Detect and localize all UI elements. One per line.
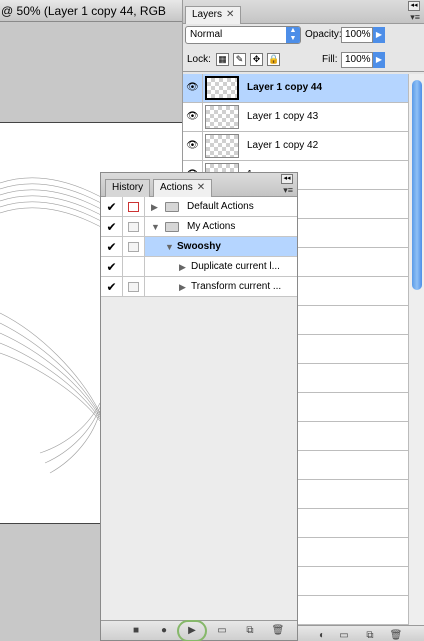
fill-field[interactable]: 100% xyxy=(341,52,373,68)
toggle-dialog-cell[interactable] xyxy=(123,257,145,277)
layers-scrollbar[interactable] xyxy=(408,74,424,626)
panel-menu-icon[interactable]: ▾≡ xyxy=(283,185,293,196)
collapse-panel-icon[interactable]: ◂◂ xyxy=(281,174,293,184)
visibility-eye-icon[interactable]: 👁 xyxy=(183,132,203,160)
action-item-name: Default Actions xyxy=(187,201,254,212)
expanded-triangle-icon[interactable]: ▼ xyxy=(151,217,160,237)
collapsed-triangle-icon[interactable]: ▶ xyxy=(179,257,186,277)
visibility-eye-icon[interactable]: 👁 xyxy=(183,74,203,102)
scrollbar-thumb[interactable] xyxy=(412,80,422,290)
tab-layers[interactable]: Layers ✕ xyxy=(185,6,242,24)
collapsed-triangle-icon[interactable]: ▶ xyxy=(151,197,158,217)
lock-image-icon[interactable]: ✎ xyxy=(233,53,246,66)
stop-recording-icon[interactable]: ■ xyxy=(125,623,147,639)
toggle-item-checkbox[interactable]: ✔ xyxy=(101,237,123,257)
close-icon[interactable]: ✕ xyxy=(197,182,205,193)
action-item-name: Transform current ... xyxy=(191,281,282,292)
delete-layer-icon[interactable]: 🗑 xyxy=(385,628,407,641)
opacity-field[interactable]: 100% xyxy=(341,27,373,43)
canvas-pasteboard-top xyxy=(0,22,182,122)
layer-row[interactable]: 👁 Layer 1 copy 44 xyxy=(183,74,409,103)
toggle-item-checkbox[interactable]: ✔ xyxy=(101,217,123,237)
layer-thumbnail xyxy=(205,105,239,129)
close-icon[interactable]: ✕ xyxy=(226,9,234,20)
fill-slider-arrow-icon[interactable]: ▶ xyxy=(373,52,385,68)
action-item-name: My Actions xyxy=(187,221,236,232)
action-step-row[interactable]: ✔ ▶ Transform current ... xyxy=(101,277,297,297)
blend-mode-value: Normal xyxy=(190,29,223,40)
select-arrows-icon: ▲ ▼ xyxy=(286,27,300,43)
expanded-triangle-icon[interactable]: ▼ xyxy=(165,237,174,257)
toggle-item-checkbox[interactable]: ✔ xyxy=(101,277,123,297)
new-action-icon[interactable]: ⧉ xyxy=(239,623,261,639)
record-icon[interactable]: ● xyxy=(153,623,175,639)
collapse-panel-icon[interactable]: ◂◂ xyxy=(408,1,420,11)
layer-row[interactable]: 👁 Layer 1 copy 42 xyxy=(183,132,409,161)
blend-options-row: Normal ▲ ▼ Opacity: 100% ▶ xyxy=(183,24,424,46)
new-group-icon[interactable]: ▭ xyxy=(333,628,355,641)
new-set-icon[interactable]: ▭ xyxy=(211,623,233,639)
opacity-slider-arrow-icon[interactable]: ▶ xyxy=(373,27,385,43)
layers-tab-bar: Layers ✕ ◂◂ ▾≡ xyxy=(183,0,424,24)
opacity-label: Opacity: xyxy=(305,29,342,40)
adjustment-layer-icon[interactable]: ◐ xyxy=(311,628,333,641)
panel-menu-icon[interactable]: ▾≡ xyxy=(410,12,420,23)
toggle-item-checkbox[interactable]: ✔ xyxy=(101,257,123,277)
toggle-dialog-cell[interactable] xyxy=(123,277,145,297)
dialog-toggle-icon xyxy=(128,242,139,252)
document-title-bar[interactable]: @ 50% (Layer 1 copy 44, RGB xyxy=(0,0,182,22)
tab-actions[interactable]: Actions ✕ xyxy=(153,179,213,197)
layer-thumbnail xyxy=(205,134,239,158)
toggle-dialog-cell[interactable] xyxy=(123,217,145,237)
layer-name: Layer 1 copy 44 xyxy=(247,82,323,93)
layer-row[interactable]: 👁 Layer 1 copy 43 xyxy=(183,103,409,132)
action-set-row[interactable]: ✔ ▶ Default Actions xyxy=(101,197,297,217)
tab-layers-label: Layers xyxy=(192,9,223,20)
new-layer-icon[interactable]: ⧉ xyxy=(359,628,381,641)
dialog-toggle-icon xyxy=(128,222,139,232)
visibility-eye-icon[interactable]: 👁 xyxy=(183,103,203,131)
action-row[interactable]: ✔ ▼ Swooshy xyxy=(101,237,297,257)
delete-icon[interactable]: 🗑 xyxy=(267,623,289,639)
lock-transparency-icon[interactable]: ▦ xyxy=(216,53,229,66)
action-step-row[interactable]: ✔ ▶ Duplicate current l... xyxy=(101,257,297,277)
fill-label: Fill: xyxy=(322,54,338,65)
blend-mode-select[interactable]: Normal ▲ ▼ xyxy=(185,26,301,44)
opacity-value: 100% xyxy=(345,29,371,40)
layer-thumbnail xyxy=(205,76,239,100)
tab-actions-label: Actions xyxy=(160,182,193,193)
action-item-name: Duplicate current l... xyxy=(191,261,280,272)
action-set-row[interactable]: ✔ ▼ My Actions xyxy=(101,217,297,237)
actions-footer: ■ ● ▶ ▭ ⧉ 🗑 xyxy=(101,620,297,641)
tab-history[interactable]: History xyxy=(105,179,151,197)
tab-history-label: History xyxy=(112,182,144,193)
folder-icon xyxy=(165,202,179,212)
collapsed-triangle-icon[interactable]: ▶ xyxy=(179,277,186,297)
fill-value: 100% xyxy=(345,54,371,65)
lock-all-icon[interactable]: 🔒 xyxy=(267,53,280,66)
action-item-name: Swooshy xyxy=(177,241,221,252)
actions-panel: History Actions ✕ ◂◂ ▾≡ ✔ ▶ Default Actions… xyxy=(100,172,298,641)
toggle-dialog-cell[interactable] xyxy=(123,237,145,257)
layer-name: Layer 1 copy 43 xyxy=(247,111,319,122)
toggle-dialog-cell[interactable] xyxy=(123,197,145,217)
layer-name: Layer 1 copy 42 xyxy=(247,140,319,151)
document-title: @ 50% (Layer 1 copy 44, RGB xyxy=(1,4,166,18)
actions-list: ✔ ▶ Default Actions ✔ ▼ My Actions ✔ ▼ Swooshy ✔ ▶… xyxy=(101,197,297,617)
lock-position-icon[interactable]: ✥ xyxy=(250,53,263,66)
play-selection-icon[interactable]: ▶ xyxy=(181,623,203,639)
folder-icon xyxy=(165,222,179,232)
actions-tab-bar: History Actions ✕ ◂◂ ▾≡ xyxy=(101,173,297,197)
dialog-toggle-icon xyxy=(128,282,139,292)
toggle-item-checkbox[interactable]: ✔ xyxy=(101,197,123,217)
lock-label: Lock: xyxy=(187,54,211,65)
dialog-toggle-icon xyxy=(128,202,139,212)
lock-row: Lock: ▦ ✎ ✥ 🔒 Fill: 100% ▶ xyxy=(183,48,424,72)
